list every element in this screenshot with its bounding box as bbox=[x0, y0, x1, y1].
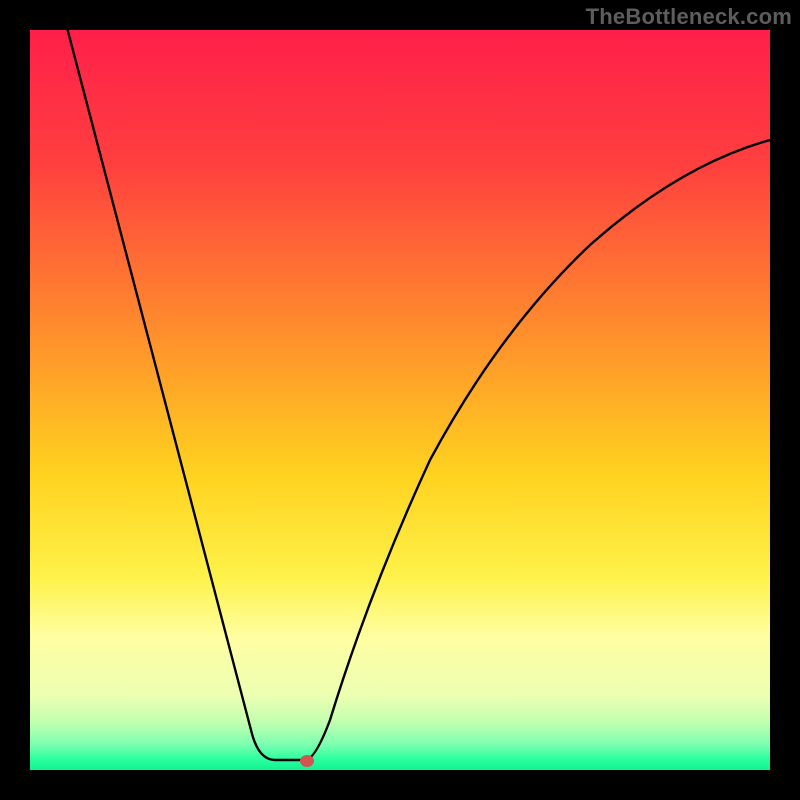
optimal-point-marker bbox=[300, 755, 314, 767]
curve-layer bbox=[30, 30, 770, 770]
chart-frame: TheBottleneck.com bbox=[0, 0, 800, 800]
watermark-text: TheBottleneck.com bbox=[586, 4, 792, 30]
plot-area bbox=[30, 30, 770, 770]
bottleneck-curve bbox=[65, 30, 770, 760]
